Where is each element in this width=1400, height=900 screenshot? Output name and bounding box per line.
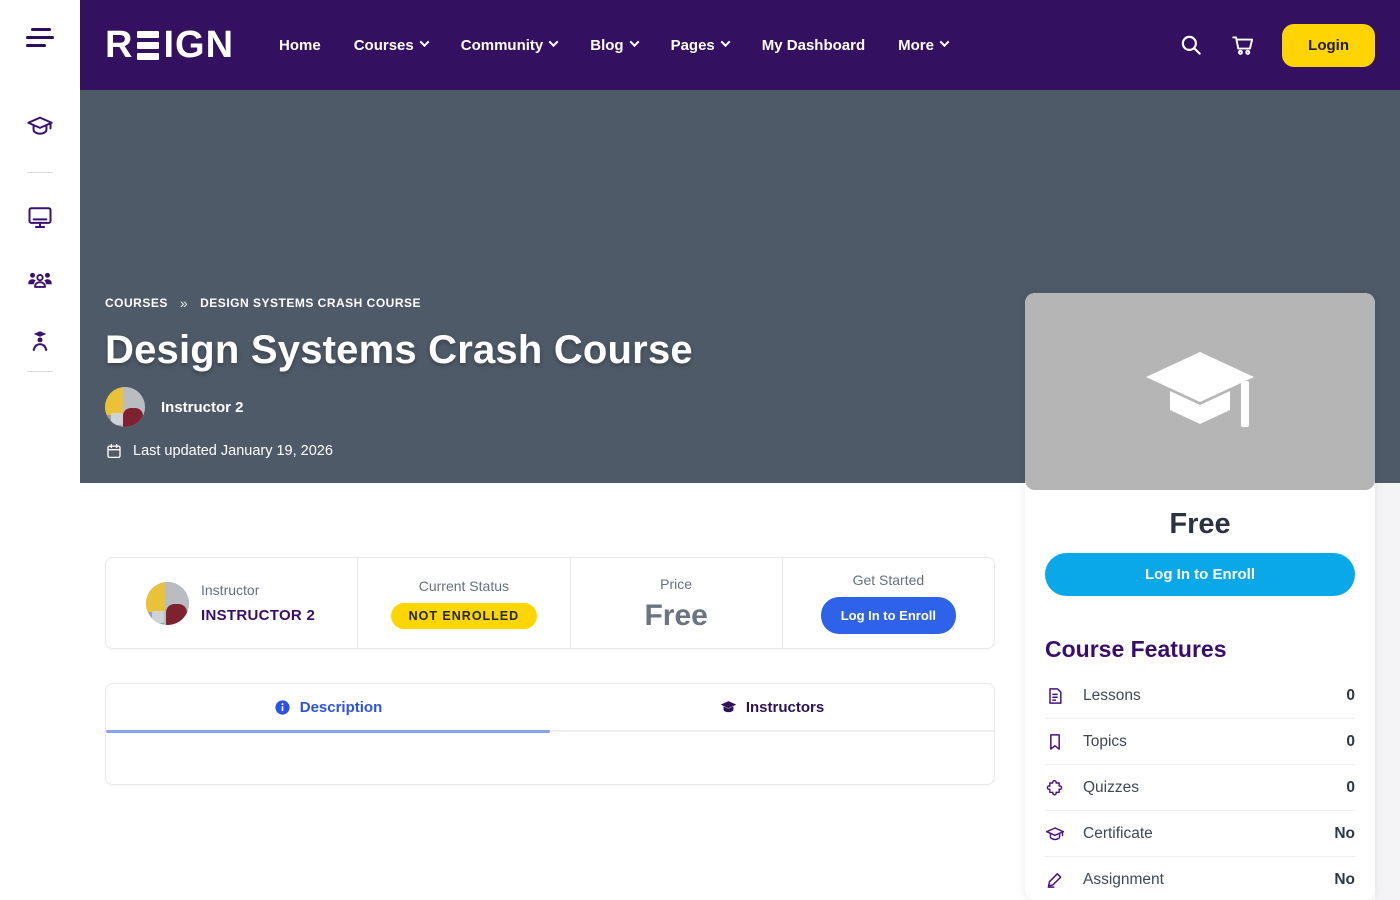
tab-content-empty (106, 732, 994, 784)
sidebar-login-to-enroll-button[interactable]: Log In to Enroll (1045, 553, 1355, 596)
course-thumbnail-placeholder (1025, 293, 1375, 490)
price-label: Price (660, 576, 692, 592)
dashboard-monitor-icon[interactable] (26, 203, 54, 231)
status-get-started-column: Get Started Log In to Enroll (782, 558, 994, 648)
logo-letter-r: R (105, 24, 133, 67)
instructor-name-link[interactable]: INSTRUCTOR 2 (201, 607, 315, 624)
nav-item-pages[interactable]: Pages (671, 37, 729, 54)
course-tabs-card: Description Instructors (105, 683, 995, 785)
course-features-title: Course Features (1045, 636, 1355, 663)
feature-label: Certificate (1083, 825, 1153, 843)
top-navbar: R IGN Home Courses Community Blog Pages … (80, 0, 1400, 90)
feature-value: No (1334, 825, 1355, 843)
graduation-cap-icon (1139, 344, 1261, 440)
reign-logo[interactable]: R IGN (105, 24, 234, 67)
feature-label: Assignment (1083, 871, 1164, 889)
cart-icon[interactable] (1230, 32, 1256, 58)
courses-graduation-cap-icon[interactable] (26, 112, 54, 140)
instructor-person-icon[interactable] (26, 327, 54, 355)
tab-instructors[interactable]: Instructors (550, 684, 994, 730)
feature-label: Topics (1083, 733, 1127, 751)
sidebar-background-strip (1375, 483, 1400, 900)
chevron-down-icon (629, 37, 639, 47)
current-status-label: Current Status (419, 578, 509, 594)
community-users-icon[interactable] (26, 265, 54, 293)
chevron-down-icon (940, 37, 950, 47)
instructor-avatar[interactable] (105, 387, 145, 427)
status-price-column: Price Free (570, 558, 782, 648)
status-current-status-column: Current Status NOT ENROLLED (357, 558, 569, 648)
feature-value: No (1334, 871, 1355, 889)
feature-label: Lessons (1083, 687, 1141, 705)
menu-toggle-icon[interactable] (26, 28, 56, 52)
feature-row-lessons: Lessons 0 (1045, 673, 1355, 719)
page-title: Design Systems Crash Course (105, 328, 693, 373)
feature-row-topics: Topics 0 (1045, 719, 1355, 765)
info-icon (274, 699, 291, 716)
feature-row-certificate: Certificate No (1045, 811, 1355, 857)
course-price: Free (1025, 508, 1375, 541)
chevron-down-icon (720, 37, 730, 47)
tab-description[interactable]: Description (106, 684, 550, 730)
rail-divider (27, 172, 53, 173)
instructor-avatar[interactable] (146, 582, 189, 625)
rail-divider (27, 371, 53, 372)
calendar-icon (105, 442, 123, 460)
bookmark-icon (1045, 732, 1065, 752)
course-status-card: Instructor INSTRUCTOR 2 Current Status N… (105, 557, 995, 649)
login-to-enroll-button[interactable]: Log In to Enroll (821, 597, 956, 634)
pencil-icon (1045, 870, 1065, 890)
login-button[interactable]: Login (1282, 24, 1375, 67)
feature-row-assignment: Assignment No (1045, 857, 1355, 900)
instructor-name[interactable]: Instructor 2 (161, 399, 244, 416)
page: R IGN Home Courses Community Blog Pages … (0, 0, 1400, 900)
main-nav: Home Courses Community Blog Pages My Das… (279, 37, 948, 54)
instructor-label: Instructor (201, 582, 315, 598)
graduation-cap-icon (720, 699, 737, 716)
feature-row-quizzes: Quizzes 0 (1045, 765, 1355, 811)
feature-value: 0 (1346, 779, 1355, 797)
nav-item-home[interactable]: Home (279, 37, 321, 54)
breadcrumb-current: DESIGN SYSTEMS CRASH COURSE (200, 296, 421, 310)
logo-letters-ign: IGN (163, 24, 234, 67)
course-sidebar-card: Free Log In to Enroll Course Features Le… (1025, 293, 1375, 900)
logo-e-bars (137, 31, 159, 60)
chevron-down-icon (419, 37, 429, 47)
feature-value: 0 (1346, 733, 1355, 751)
feature-label: Quizzes (1083, 779, 1139, 797)
nav-item-courses[interactable]: Courses (354, 37, 428, 54)
breadcrumb-courses-link[interactable]: COURSES (105, 296, 168, 310)
nav-item-blog[interactable]: Blog (590, 37, 637, 54)
course-features-list: Lessons 0 Topics 0 Quizzes (1045, 673, 1355, 900)
graduation-cap-icon (1045, 824, 1065, 844)
nav-item-community[interactable]: Community (461, 37, 558, 54)
get-started-label: Get Started (853, 572, 925, 588)
nav-item-more[interactable]: More (898, 37, 948, 54)
not-enrolled-badge: NOT ENROLLED (391, 603, 538, 629)
puzzle-icon (1045, 778, 1065, 798)
left-rail (0, 0, 80, 900)
feature-value: 0 (1346, 687, 1355, 705)
chevron-down-icon (549, 37, 559, 47)
last-updated-text: Last updated January 19, 2026 (133, 443, 333, 459)
price-value: Free (644, 601, 707, 631)
nav-item-my-dashboard[interactable]: My Dashboard (762, 37, 865, 54)
search-icon[interactable] (1178, 32, 1204, 58)
status-instructor-column: Instructor INSTRUCTOR 2 (106, 558, 357, 648)
breadcrumb: COURSES » DESIGN SYSTEMS CRASH COURSE (105, 295, 421, 311)
breadcrumb-separator: » (180, 295, 188, 311)
document-icon (1045, 686, 1065, 706)
